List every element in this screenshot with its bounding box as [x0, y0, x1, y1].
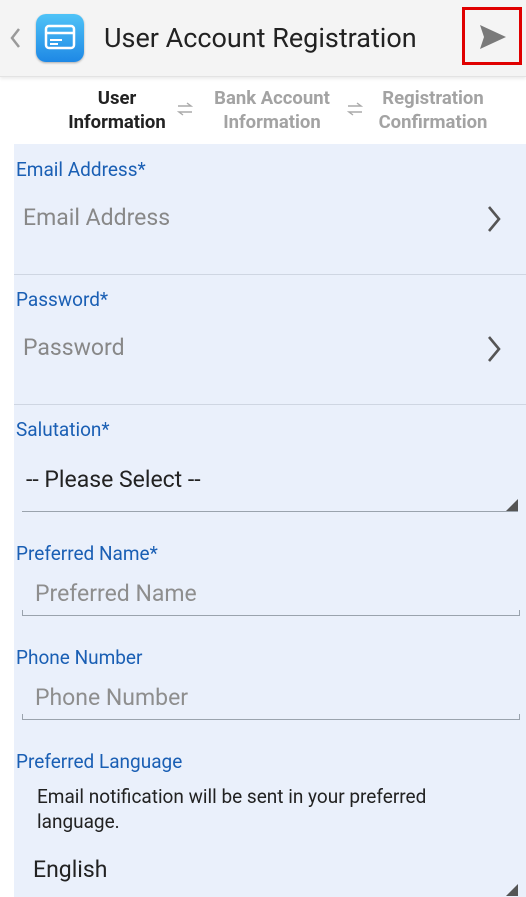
divider [14, 274, 526, 275]
step-label-line1: Registration [382, 87, 484, 109]
salutation-select[interactable]: -- Please Select -- [14, 454, 526, 514]
divider [14, 404, 526, 405]
swap-arrows-icon [177, 102, 193, 116]
password-row[interactable]: Password [14, 318, 526, 404]
action-bar: User Account Registration [0, 0, 526, 77]
dropdown-triangle-icon [506, 884, 518, 896]
step-label-line2: Confirmation [378, 111, 488, 133]
salutation-selected-value: -- Please Select -- [26, 466, 201, 493]
preferred-name-input[interactable]: Preferred Name [14, 572, 526, 618]
app-card-icon[interactable] [36, 14, 84, 62]
chevron-right-icon [488, 336, 501, 362]
swap-arrows-icon [347, 102, 363, 116]
chevron-left-icon[interactable] [8, 26, 22, 50]
step-label-line1: Bank Account [214, 87, 330, 109]
spinner-underline [22, 511, 518, 512]
step-user-information: User Information [58, 86, 176, 134]
email-field[interactable]: Email Address [23, 204, 170, 231]
input-underline [22, 714, 520, 720]
language-select[interactable]: English [14, 848, 526, 897]
phone-number-placeholder: Phone Number [35, 684, 189, 711]
chevron-right-icon [488, 206, 501, 232]
step-label-line2: Information [68, 111, 166, 133]
password-field[interactable]: Password [23, 334, 125, 361]
preferred-name-label: Preferred Name* [16, 542, 158, 565]
email-row[interactable]: Email Address [14, 188, 526, 274]
registration-steps: User Information Bank Account Informatio… [0, 84, 526, 136]
step-label-line2: Information [223, 111, 321, 133]
send-icon [480, 25, 506, 49]
input-underline [22, 610, 520, 616]
step-registration-confirmation: Registration Confirmation [368, 86, 498, 134]
dropdown-triangle-icon [506, 499, 518, 511]
page-title: User Account Registration [104, 22, 417, 54]
phone-number-label: Phone Number [16, 646, 143, 669]
email-label: Email Address* [16, 158, 146, 181]
salutation-label: Salutation* [16, 418, 110, 441]
phone-number-input[interactable]: Phone Number [14, 676, 526, 722]
preferred-language-label: Preferred Language [16, 750, 183, 773]
language-note: Email notification will be sent in your … [37, 785, 427, 833]
send-button[interactable] [462, 7, 522, 65]
language-selected-value: English [33, 856, 108, 883]
step-bank-account-information: Bank Account Information [202, 86, 342, 134]
password-label: Password* [16, 288, 109, 311]
step-label-line1: User [97, 87, 137, 109]
preferred-name-placeholder: Preferred Name [35, 580, 197, 607]
registration-form: Email Address* Email Address Password* P… [14, 144, 526, 897]
